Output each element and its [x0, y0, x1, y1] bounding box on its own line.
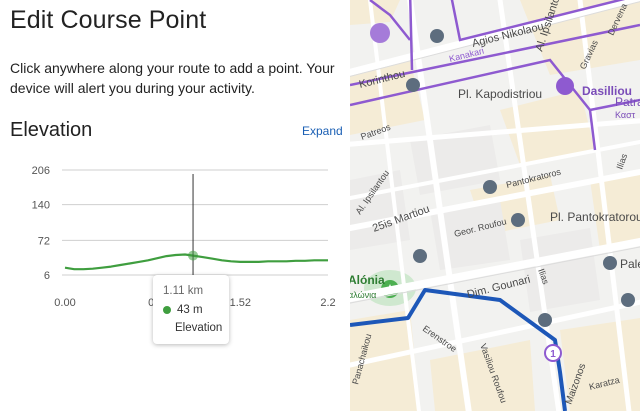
- y-tick-label: 140: [32, 200, 50, 212]
- instructions-text: Click anywhere along your route to add a…: [10, 60, 335, 96]
- course-point-panel: Edit Course Point Click anywhere along y…: [0, 0, 350, 411]
- elevation-tooltip: 1.11 km 43 m Elevation: [153, 275, 229, 344]
- route-map[interactable]: 1 Agios Nikolaou Al. Ipsilantou Kanakari…: [350, 0, 640, 411]
- street-label: αλώνια: [350, 290, 376, 300]
- x-tick-label: 1.52: [230, 297, 251, 309]
- route-map-svg[interactable]: 1 Agios Nikolaou Al. Ipsilantou Kanakari…: [350, 0, 640, 411]
- street-label: Καστ: [615, 110, 636, 120]
- elevation-heading: Elevation: [10, 119, 93, 141]
- street-label: Patra: [615, 95, 640, 109]
- y-tick-label: 6: [44, 270, 50, 282]
- series-dot-icon: [163, 306, 171, 314]
- x-tick-label: 0.00: [54, 297, 75, 309]
- tooltip-series-label: Elevation: [175, 322, 223, 334]
- street-label: Pl. Kapodistriou: [458, 87, 542, 101]
- street-label: Pl. Pantokratorou: [550, 210, 640, 224]
- tooltip-elevation-row: 43 m: [163, 304, 203, 316]
- x-tick-label: 2.2: [320, 297, 335, 309]
- street-label: Alónia: [350, 273, 385, 287]
- expand-link[interactable]: Expand: [302, 124, 343, 138]
- tooltip-elevation-value: 43 m: [177, 304, 203, 316]
- course-point-number: 1: [550, 349, 556, 360]
- street-label: Paleo: [620, 257, 640, 271]
- y-tick-label: 72: [38, 235, 50, 247]
- tooltip-distance: 1.11 km: [163, 285, 204, 297]
- course-point-marker[interactable]: 1: [544, 344, 562, 362]
- page-title: Edit Course Point: [10, 6, 207, 34]
- chart-cursor-point: [188, 250, 199, 261]
- y-tick-label: 206: [32, 165, 50, 177]
